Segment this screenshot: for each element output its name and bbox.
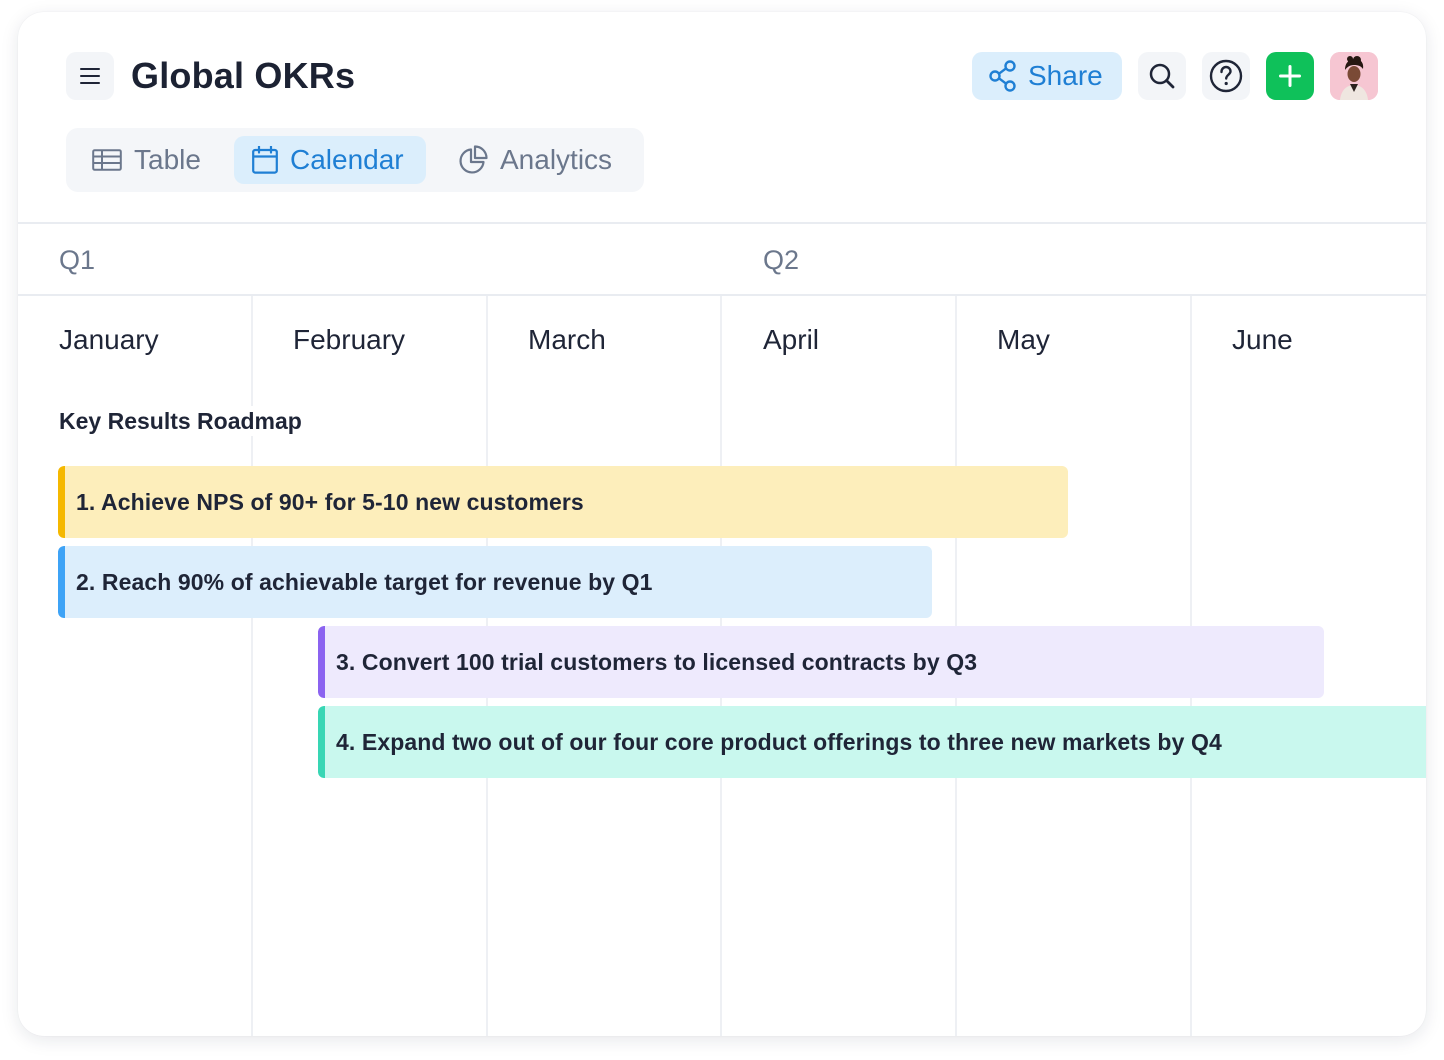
key-result-bar-1[interactable]: 1. Achieve NPS of 90+ for 5-10 new custo… [58, 466, 1068, 538]
pie-chart-icon [459, 145, 488, 174]
key-result-label: 2. Reach 90% of achievable target for re… [76, 568, 653, 595]
tab-analytics[interactable]: Analytics [436, 136, 636, 184]
quarter-label-q2: Q2 [763, 245, 800, 275]
add-button[interactable] [1266, 52, 1314, 100]
search-icon [1149, 63, 1175, 89]
month-label-may: May [997, 324, 1050, 355]
share-button-label: Share [1028, 60, 1103, 91]
plus-icon [1279, 65, 1301, 87]
month-label-june: June [1232, 324, 1293, 355]
tab-calendar[interactable]: Calendar [234, 136, 426, 184]
key-result-bar-3[interactable]: 3. Convert 100 trial customers to licens… [318, 626, 1324, 698]
month-label-april: April [763, 324, 820, 355]
user-avatar[interactable] [1330, 52, 1378, 100]
help-button[interactable] [1202, 52, 1250, 100]
key-result-label: 3. Convert 100 trial customers to licens… [336, 648, 978, 675]
key-result-bar-2[interactable]: 2. Reach 90% of achievable target for re… [58, 546, 932, 618]
tab-analytics-label: Analytics [500, 144, 613, 175]
page-title: Global OKRs [131, 55, 356, 96]
tab-table[interactable]: Table [70, 136, 226, 184]
quarter-divider [18, 294, 1426, 296]
month-label-january: January [59, 324, 159, 355]
tab-calendar-label: Calendar [290, 144, 404, 175]
roadmap-section-title: Key Results Roadmap [59, 406, 306, 436]
share-icon [989, 60, 1016, 92]
help-icon [1209, 59, 1243, 93]
key-result-label: 4. Expand two out of our four core produ… [336, 728, 1222, 755]
share-button[interactable]: Share [972, 52, 1122, 100]
hamburger-icon [80, 68, 100, 84]
table-icon [92, 149, 122, 171]
menu-button[interactable] [66, 52, 114, 100]
calendar-icon [252, 146, 278, 174]
avatar-icon [1330, 52, 1378, 100]
month-label-march: March [528, 324, 606, 355]
key-result-bar-4[interactable]: 4. Expand two out of our four core produ… [318, 706, 1426, 778]
month-label-february: February [293, 324, 406, 355]
view-tabs: Table Calendar Analytics [66, 128, 644, 192]
key-result-label: 1. Achieve NPS of 90+ for 5-10 new custo… [76, 488, 584, 515]
calendar-top-divider [18, 222, 1426, 224]
tab-table-label: Table [134, 144, 201, 175]
quarter-label-q1: Q1 [59, 245, 96, 275]
okr-card: Global OKRs Share Table Calendar Analyti… [18, 12, 1426, 1036]
search-button[interactable] [1138, 52, 1186, 100]
